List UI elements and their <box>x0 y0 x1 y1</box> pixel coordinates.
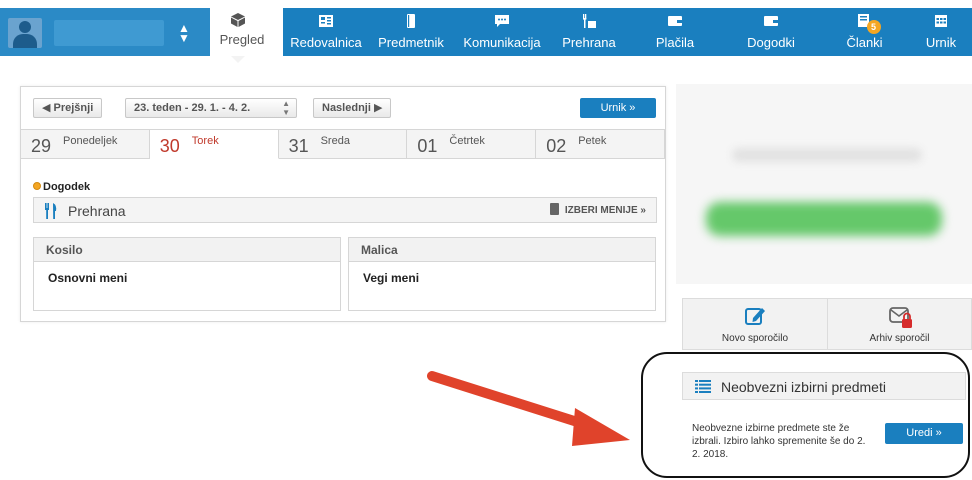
nav-item-dogodki[interactable]: Dogodki <box>723 8 819 56</box>
nav-item-komunikacija[interactable]: Komunikacija <box>453 8 551 56</box>
urnik-button[interactable]: Urnik » <box>580 98 656 118</box>
tab-arrow <box>196 8 210 56</box>
meal-menu: Osnovni meni <box>48 271 128 285</box>
cutlery-icon <box>583 14 596 28</box>
week-overview-panel: ◀ Prejšnji 23. teden - 29. 1. - 4. 2. ▲ ▼… <box>20 86 666 322</box>
prehrana-bar: Prehrana IZBERI MENIJE » <box>33 197 657 223</box>
day-name: Ponedeljek <box>63 135 118 147</box>
user-switcher[interactable]: ▲ ▼ <box>0 8 210 56</box>
tab-pregled[interactable]: Pregled <box>196 0 278 63</box>
nav-item-urnik[interactable]: Urnik <box>910 8 972 56</box>
avatar-head <box>19 21 31 33</box>
cube-icon <box>231 13 245 27</box>
main-nav: Redovalnica Predmetnik Komunikacija Prehran… <box>283 8 972 56</box>
message-archive-label: Arhiv sporočil <box>869 333 930 344</box>
message-actions: Novo sporočilo Arhiv sporočil <box>682 298 972 350</box>
day-number: 30 <box>159 136 180 156</box>
meal-card-kosilo: Kosilo Osnovni meni <box>33 237 341 311</box>
wallet-icon <box>668 16 682 26</box>
day-tab-cetrtek[interactable]: 01 Četrtek <box>407 129 537 159</box>
nav-item-redovalnica[interactable]: Redovalnica <box>283 8 369 56</box>
nav-item-predmetnik[interactable]: Predmetnik <box>369 8 453 56</box>
compose-icon <box>745 308 765 325</box>
blurred-button <box>706 202 942 236</box>
day-tab-ponedeljek[interactable]: 29 Ponedeljek <box>21 129 150 159</box>
day-name: Četrtek <box>449 135 485 147</box>
new-message-label: Novo sporočilo <box>721 333 789 344</box>
prehrana-label: Prehrana <box>68 203 126 219</box>
day-name: Sreda <box>320 135 350 147</box>
day-number: 01 <box>417 136 438 156</box>
week-select-label: 23. teden - 29. 1. - 4. 2. <box>134 102 251 114</box>
nav-item-label: Redovalnica <box>290 35 362 50</box>
avatar-body <box>13 34 37 48</box>
day-tab-petek[interactable]: 02 Petek <box>536 129 665 159</box>
day-tabs: 29 Ponedeljek 30 Torek 31 Sreda 01 Četrtek 02 Pet… <box>21 129 665 159</box>
week-select[interactable]: 23. teden - 29. 1. - 4. 2. ▲ ▼ <box>125 98 297 118</box>
day-tab-torek[interactable]: 30 Torek <box>149 129 279 159</box>
top-navigation: ▲ ▼ Pregled Redovalnica Predmetnik Komunika… <box>0 0 972 63</box>
timetable-icon <box>935 15 947 27</box>
nav-item-label: Plačila <box>655 35 695 50</box>
nav-item-clanki[interactable]: 5 Članki <box>819 8 910 56</box>
prev-week-button[interactable]: ◀ Prejšnji <box>33 98 103 118</box>
day-number: 29 <box>31 136 52 156</box>
nav-item-label: Komunikacija <box>463 35 541 50</box>
nav-item-prehrana[interactable]: Prehrana <box>551 8 627 56</box>
event-label: Dogodek <box>33 181 90 195</box>
envelope-lock-icon <box>889 307 912 328</box>
event-text: Dogodek <box>43 181 91 193</box>
meal-title: Kosilo <box>34 238 340 262</box>
highlight-oval <box>641 352 970 478</box>
meal-card-malica: Malica Vegi meni <box>348 237 656 311</box>
nav-item-placila[interactable]: Plačila <box>627 8 723 56</box>
tab-pointer <box>231 56 245 63</box>
cutlery-icon <box>45 203 57 219</box>
blurred-profile-card <box>676 84 972 284</box>
nav-item-label: Prehrana <box>562 35 616 50</box>
gradebook-icon <box>319 15 333 27</box>
book-icon <box>407 14 415 28</box>
chat-bubble-icon <box>495 15 509 27</box>
notification-badge: 5 <box>866 20 881 34</box>
day-number: 31 <box>288 136 309 156</box>
day-number: 02 <box>546 136 567 156</box>
up-down-caret-icon[interactable]: ▲ ▼ <box>178 22 190 44</box>
nav-item-label: Predmetnik <box>378 35 444 50</box>
meal-menu: Vegi meni <box>363 271 420 285</box>
next-week-button[interactable]: Naslednji ▶ <box>313 98 392 118</box>
blurred-text <box>732 148 922 162</box>
choose-menus-label: IZBERI MENIJE » <box>564 205 646 216</box>
day-tab-sreda[interactable]: 31 Sreda <box>278 129 408 159</box>
tab-pregled-label: Pregled <box>219 32 265 47</box>
up-down-caret-icon: ▲ ▼ <box>282 99 290 117</box>
day-name: Petek <box>578 135 607 147</box>
nav-item-label: Urnik <box>925 35 957 50</box>
choose-menus-button[interactable]: IZBERI MENIJE » <box>549 203 646 216</box>
nav-item-label: Dogodki <box>747 35 795 50</box>
meal-title: Malica <box>349 238 655 262</box>
nav-item-label: Članki <box>846 35 883 50</box>
event-dot-icon <box>33 182 41 190</box>
avatar <box>8 18 42 48</box>
user-name-redacted <box>54 20 164 46</box>
calendar-event-icon <box>764 16 778 26</box>
menu-book-icon <box>549 203 559 215</box>
message-archive-button[interactable]: Arhiv sporočil <box>827 299 971 349</box>
day-name: Torek <box>191 135 219 147</box>
new-message-button[interactable]: Novo sporočilo <box>683 299 827 349</box>
annotation-arrow <box>427 371 630 446</box>
